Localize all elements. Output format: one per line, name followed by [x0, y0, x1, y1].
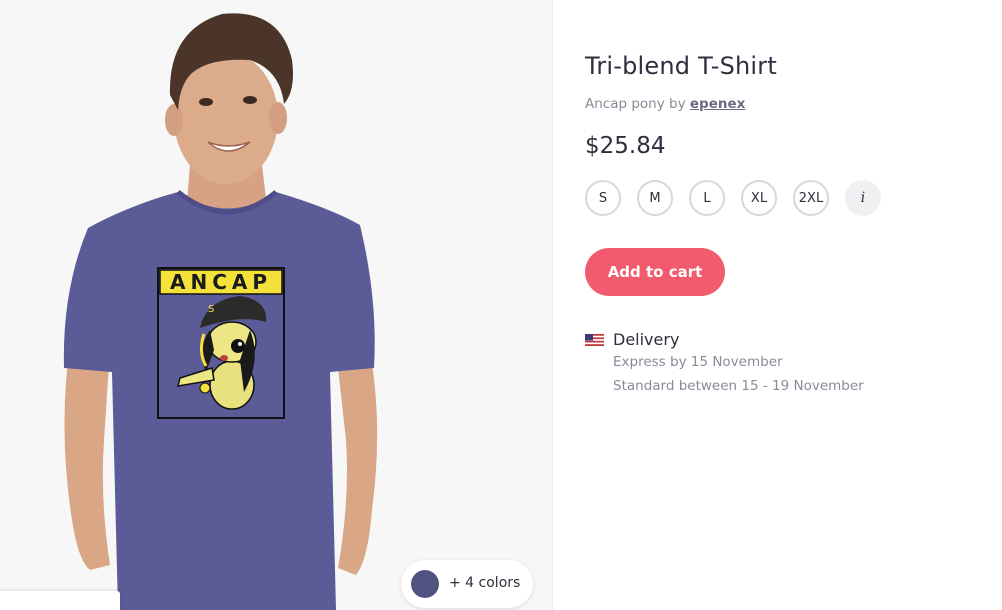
panel-divider: [552, 0, 553, 610]
design-banner-text: ANCAP: [170, 270, 272, 294]
product-subtitle: Ancap pony by epenex: [585, 96, 745, 112]
pony-eye: [231, 339, 245, 353]
delivery-express: Express by 15 November: [613, 354, 783, 370]
right-eye: [243, 96, 257, 104]
by-word: by: [669, 96, 686, 112]
design-name: Ancap pony: [585, 96, 665, 112]
product-price: $25.84: [585, 133, 666, 159]
add-to-cart-button[interactable]: Add to cart: [585, 248, 725, 296]
product-title: Tri-blend T-Shirt: [585, 52, 777, 80]
left-arm: [64, 345, 110, 570]
size-button-m[interactable]: M: [637, 180, 673, 216]
size-button-2xl[interactable]: 2XL: [793, 180, 829, 216]
product-image-panel: ANCAP S + 4 colors: [0, 0, 552, 610]
right-ear: [269, 102, 287, 134]
product-photo: ANCAP S: [63, 13, 378, 610]
right-arm: [336, 340, 378, 575]
us-flag-icon: [585, 334, 604, 346]
pony-mouth: [220, 355, 228, 361]
color-selector[interactable]: + 4 colors: [401, 560, 533, 608]
delivery-title: Delivery: [613, 330, 680, 349]
size-button-l[interactable]: L: [689, 180, 725, 216]
size-button-xl[interactable]: XL: [741, 180, 777, 216]
color-swatch[interactable]: [411, 570, 439, 598]
size-info-icon[interactable]: i: [845, 180, 881, 216]
pony-cap-mark: S: [208, 304, 214, 315]
thumbnail-tab[interactable]: [0, 591, 120, 610]
artist-link[interactable]: epenex: [690, 96, 745, 112]
pony-badge: [199, 382, 211, 394]
delivery-standard: Standard between 15 - 19 November: [613, 378, 864, 394]
size-button-s[interactable]: S: [585, 180, 621, 216]
more-colors-label: + 4 colors: [449, 575, 521, 591]
left-ear: [165, 104, 183, 136]
left-eye: [199, 98, 213, 106]
